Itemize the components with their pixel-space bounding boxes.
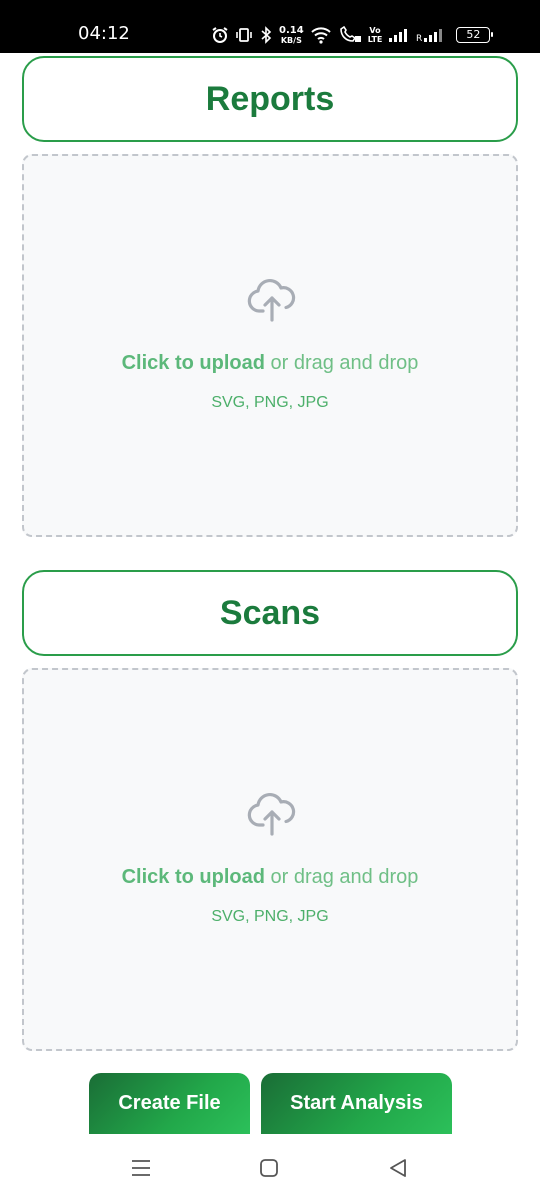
create-file-button[interactable]: Create File xyxy=(89,1073,250,1134)
scans-upload-text: Click to upload or drag and drop xyxy=(121,866,419,888)
status-icons: 0.14 KB/S Vo LTE R 52 xyxy=(211,22,494,48)
status-bar: 04:12 0.14 KB/S Vo LTE R 52 xyxy=(0,0,540,53)
status-time: 04:12 xyxy=(78,23,130,44)
volte-icon: Vo LTE xyxy=(367,26,383,44)
reports-upload-text: Click to upload or drag and drop xyxy=(121,352,419,374)
back-icon[interactable] xyxy=(386,1156,410,1180)
signal-roaming-icon: R xyxy=(416,27,446,43)
cloud-upload-icon xyxy=(246,274,298,326)
scans-upload-link[interactable]: Click to upload xyxy=(122,866,265,888)
home-icon[interactable] xyxy=(257,1156,281,1180)
scans-formats: SVG, PNG, JPG xyxy=(211,908,329,925)
reports-header: Reports xyxy=(22,56,518,142)
scans-dropzone[interactable]: Click to upload or drag and drop SVG, PN… xyxy=(22,668,518,1051)
wifi-calling-icon xyxy=(338,26,362,44)
cloud-upload-icon xyxy=(246,788,298,840)
system-nav-bar xyxy=(0,1134,540,1200)
alarm-icon xyxy=(211,26,229,44)
reports-dropzone[interactable]: Click to upload or drag and drop SVG, PN… xyxy=(22,154,518,537)
scans-header: Scans xyxy=(22,570,518,656)
wifi-icon xyxy=(310,26,332,44)
svg-text:R: R xyxy=(416,34,422,43)
net-speed: 0.14 KB/S xyxy=(279,24,304,45)
vibrate-icon xyxy=(235,27,253,43)
signal-icon xyxy=(388,27,410,43)
battery-icon: 52 xyxy=(456,27,494,43)
reports-formats: SVG, PNG, JPG xyxy=(211,394,329,411)
bluetooth-icon xyxy=(259,26,273,44)
menu-icon[interactable] xyxy=(129,1156,153,1180)
reports-upload-link[interactable]: Click to upload xyxy=(122,352,265,374)
start-analysis-button[interactable]: Start Analysis xyxy=(261,1073,452,1134)
